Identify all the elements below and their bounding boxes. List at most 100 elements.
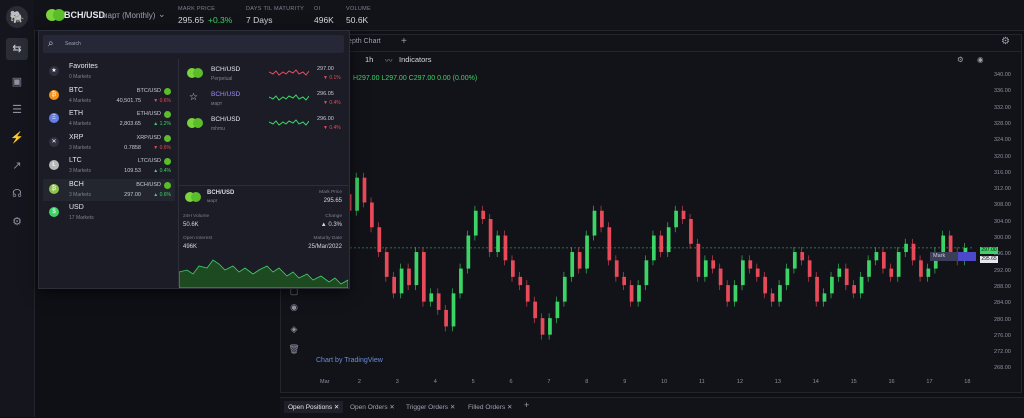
time-axis[interactable]: Mar 2 3 4 5 6 7 8 9 10 11 12 13 14 15 16 17 18 <box>282 377 972 389</box>
usd-coin-icon <box>164 134 171 142</box>
candle <box>859 276 864 294</box>
wallet-icon[interactable]: ▣ <box>9 74 25 90</box>
candle <box>733 285 738 302</box>
category-ltc[interactable]: Ł LTC 3 Markets LTC/USD 109.53 ▲ 0.4% <box>43 155 175 177</box>
candle <box>600 210 604 228</box>
layers-icon[interactable]: ◈ <box>288 323 300 335</box>
markets-icon[interactable]: ⇆ <box>6 38 28 60</box>
category-usd[interactable]: $ USD 17 Markets <box>43 202 175 224</box>
add-tab-icon[interactable]: + <box>401 36 407 47</box>
candle <box>399 268 404 294</box>
market-type: Perpetual <box>211 76 233 82</box>
candle <box>481 210 486 219</box>
candle <box>741 260 745 286</box>
market-name: BCH/USD <box>211 116 241 123</box>
stat-label: MARK PRICE <box>178 6 216 12</box>
eye-icon[interactable]: ◉ <box>288 301 300 313</box>
candle <box>666 227 671 253</box>
candle <box>726 285 730 302</box>
price-tick-label: 288.00 <box>994 283 1011 290</box>
price-tick-label: 272.00 <box>994 349 1011 356</box>
time-tick-label: 2 <box>357 379 361 385</box>
tradingview-watermark[interactable]: Chart by TradingView <box>316 357 383 364</box>
market-row[interactable]: BCH/USD mhmu 296.00 ▼ 0.4% <box>185 114 345 136</box>
detail-oi: 496K <box>183 244 198 250</box>
category-eth[interactable]: Ξ ETH 4 Markets ETH/USD 2,803.65 ▲ 1.2% <box>43 108 175 130</box>
time-tick-label: 17 <box>926 379 933 385</box>
candle <box>570 252 575 277</box>
candle <box>815 276 819 302</box>
tab-open-positions[interactable]: Open Positions ✕ <box>284 401 344 413</box>
candle <box>533 301 537 319</box>
market-pair-selector[interactable]: BCH/USD <box>64 10 105 20</box>
settings-gear-icon[interactable]: ⚙ <box>9 214 25 230</box>
candle <box>911 243 916 261</box>
stat-label: OI <box>314 6 321 12</box>
price-axis[interactable]: 340.00 336.00 332.00 328.00 324.00 320.00 316.… <box>974 62 1020 376</box>
market-row[interactable]: BCH/USD Perpetual 297.00 ▼ 0.1% <box>185 64 345 86</box>
category-price: 0.7858 <box>124 144 141 151</box>
candle <box>844 268 849 286</box>
category-xrp[interactable]: ✕ XRP 3 Markets XRP/USD 0.7858 ▼ 0.6% <box>43 132 175 154</box>
eth-coin-icon: Ξ <box>49 113 59 123</box>
price-tick-label: 320.00 <box>994 153 1011 160</box>
bolt-icon[interactable]: ⚡ <box>9 130 25 146</box>
candle <box>607 227 612 261</box>
usd-coin-icon: $ <box>49 207 59 217</box>
chevron-down-icon[interactable]: ⌄ <box>158 9 166 20</box>
detail-volume: 50.6K <box>183 222 199 228</box>
market-dropdown: ⌕ ★ Favorites 0 Markets ₿ BTC 4 Markets BTC/US… <box>38 30 350 289</box>
search-input[interactable] <box>65 35 335 53</box>
category-price: 297.00 <box>124 191 141 198</box>
headset-icon[interactable]: ☊ <box>9 186 25 202</box>
tab-open-orders[interactable]: Open Orders ✕ <box>350 403 395 411</box>
candle <box>577 252 582 269</box>
tab-filled-orders[interactable]: Filled Orders ✕ <box>468 403 512 411</box>
candle <box>852 285 856 294</box>
market-price: 297.00 <box>317 66 334 72</box>
candle <box>585 235 589 269</box>
market-row[interactable]: ☆ BCH/USD март 296.05 ▼ 0.4% <box>185 89 345 111</box>
market-expiry[interactable]: март (Monthly) <box>102 11 155 20</box>
candle <box>904 243 908 253</box>
candlestick-chart[interactable] <box>282 62 972 376</box>
candle <box>659 235 664 253</box>
category-bch[interactable]: ₿ BCH 3 Markets BCH/USD 297.00 ▲ 0.6% <box>43 178 175 201</box>
candle <box>711 260 716 269</box>
list-icon[interactable]: ☰ <box>9 102 25 118</box>
category-pair: LTC/USD <box>137 158 161 164</box>
price-tick-label: 316.00 <box>994 169 1011 176</box>
chart-settings-icon[interactable]: ⚙ <box>1001 36 1010 47</box>
trash-icon[interactable]: 🗑 <box>288 343 300 355</box>
time-tick-label: 18 <box>964 379 971 385</box>
ltc-coin-icon: Ł <box>49 160 59 170</box>
category-btc[interactable]: ₿ BTC 4 Markets BTC/USD 40,501.75 ▼ 0.6% <box>43 85 175 107</box>
time-tick-label: Mar <box>320 379 330 385</box>
tab-trigger-orders[interactable]: Trigger Orders ✕ <box>406 403 455 411</box>
candle <box>436 293 441 310</box>
price-tick-label: 328.00 <box>994 120 1011 127</box>
stat-value-text: 50.6K <box>346 15 369 25</box>
category-favorites[interactable]: ★ Favorites 0 Markets <box>43 61 175 83</box>
chart-tab-bar: Depth Chart + ⚙ <box>281 35 1021 52</box>
category-name: XRP <box>69 133 84 141</box>
detail-pair: BCH/USD <box>207 190 235 196</box>
candle <box>496 235 500 253</box>
candle <box>822 293 827 302</box>
detail-area-chart <box>179 259 348 288</box>
add-tab-icon[interactable]: + <box>524 400 529 410</box>
chart-up-icon[interactable]: ↗ <box>9 158 25 174</box>
favorite-star-icon[interactable]: ☆ <box>189 92 198 103</box>
category-change: ▲ 1.2% <box>153 121 171 127</box>
time-tick-label: 10 <box>661 379 668 385</box>
candle <box>355 177 359 211</box>
search-box[interactable]: ⌕ <box>43 35 344 53</box>
category-pair: BTC/USD <box>136 87 161 94</box>
logo-icon[interactable]: 🐘 <box>6 6 28 28</box>
candle <box>622 276 626 286</box>
sparkline <box>269 69 309 76</box>
candle <box>778 285 782 302</box>
usd-coin-icon <box>191 192 201 202</box>
candle <box>562 276 567 302</box>
last-price-tag: 297.00 <box>980 247 998 254</box>
